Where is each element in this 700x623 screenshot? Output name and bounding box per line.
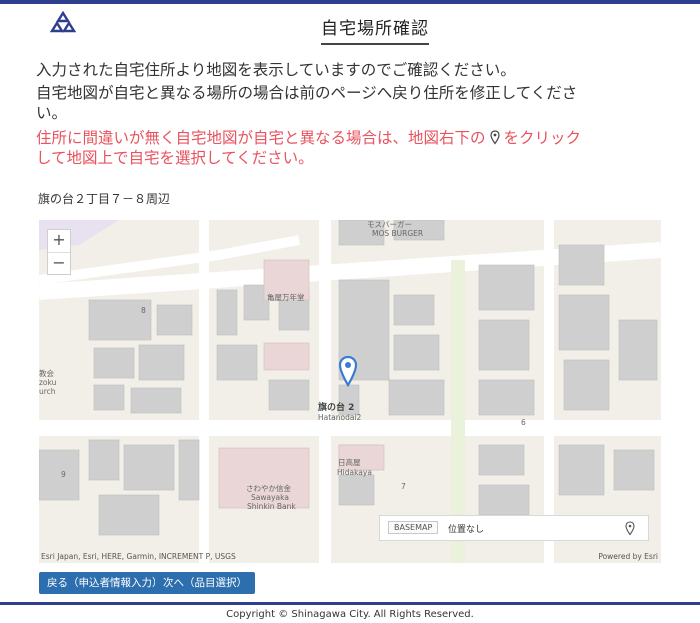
map-label-hidakaya-en: Hidakaya — [337, 468, 372, 477]
top-accent-bar — [0, 0, 700, 4]
next-button[interactable]: 次へ（品目選択） — [155, 572, 255, 594]
shinagawa-emblem-icon — [50, 10, 76, 33]
zoom-in-button[interactable]: + — [48, 230, 70, 252]
instruction-line-2: 自宅地図が自宅と異なる場所の場合は前のページへ戻り住所を修正してください。 — [36, 84, 578, 122]
zoom-out-button[interactable]: − — [48, 252, 70, 274]
select-location-icon[interactable] — [625, 521, 635, 536]
map-label-number: 8 — [141, 306, 146, 315]
powered-by-esri[interactable]: Powered by Esri — [598, 552, 658, 561]
map-pin-icon — [489, 130, 500, 145]
copyright-text: Copyright © Shinagawa City. All Rights R… — [226, 609, 474, 620]
back-button[interactable]: 戻る（申込者情報入力） — [39, 572, 171, 594]
map-label-area-en: Hatanodai2 — [318, 413, 362, 422]
location-status: 位置なし — [448, 525, 485, 535]
map-view[interactable]: + − モスバーガー MOS BURGER 亀屋万年堂 教会 zoku urch… — [39, 220, 661, 563]
map-label-area: 旗の台 2 — [318, 403, 355, 413]
map-label-number: 6 — [521, 418, 526, 427]
map-label-kame: 亀屋万年堂 — [267, 293, 305, 302]
map-label-mos-burger-en: MOS BURGER — [372, 229, 424, 238]
map-attribution: Esri Japan, Esri, HERE, Garmin, INCREMEN… — [41, 552, 236, 561]
basemap-button[interactable]: BASEMAP — [388, 521, 439, 534]
location-pin-icon[interactable] — [338, 355, 358, 387]
map-label-sawayaka-en-1: Sawayaka — [251, 493, 289, 502]
address-label: 旗の台２丁目７－８周辺 — [38, 192, 171, 206]
warning-message: 住所に間違いが無く自宅地図が自宅と異なる場合は、地図右下の をクリックして地図上で… — [36, 128, 596, 168]
map-label-number: 9 — [61, 470, 66, 479]
map-label-sawayaka-en-2: Shinkin Bank — [247, 502, 296, 511]
footer-divider — [0, 602, 700, 605]
map-label-hidakaya: 日高屋 — [338, 458, 361, 467]
map-base-layer — [39, 220, 661, 563]
map-label-number: 7 — [401, 482, 406, 491]
page-title: 自宅場所確認 — [321, 14, 429, 45]
instruction-line-1: 入力された自宅住所より地図を表示していますのでご確認ください。 — [36, 61, 516, 79]
map-label-church-en-1: zoku — [39, 378, 57, 387]
map-label-church-en-2: urch — [39, 387, 56, 396]
basemap-panel: BASEMAP 位置なし — [379, 515, 649, 541]
warning-text-before: 住所に間違いが無く自宅地図が自宅と異なる場合は、地図右下の — [36, 129, 486, 147]
zoom-control: + − — [47, 229, 71, 275]
